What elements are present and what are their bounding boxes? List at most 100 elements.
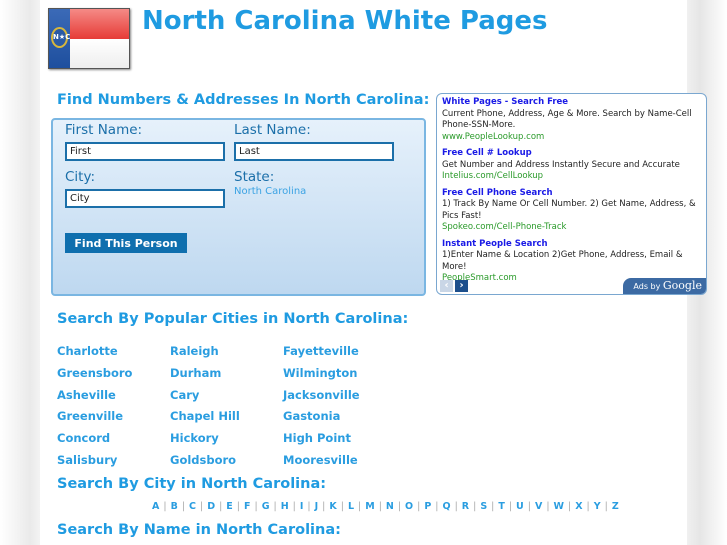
city-link[interactable]: Fayetteville — [283, 344, 359, 358]
search-by-city-heading: Search By City in North Carolina: — [57, 476, 327, 492]
next-ad-icon[interactable]: › — [455, 280, 468, 292]
separator: | — [417, 501, 421, 512]
letter-link[interactable]: B — [171, 501, 178, 512]
north-carolina-flag: N★C — [48, 8, 130, 69]
letter-link[interactable]: P — [424, 501, 431, 512]
ad-url-link[interactable]: www.PeopleLookup.com — [442, 132, 701, 144]
letter-link[interactable]: E — [226, 501, 233, 512]
ad-title-link[interactable]: White Pages - Search Free — [442, 97, 701, 109]
separator: | — [292, 501, 296, 512]
city-link[interactable]: Salisbury — [57, 453, 117, 467]
separator: | — [546, 501, 550, 512]
city-link[interactable]: Charlotte — [57, 344, 118, 358]
letter-link[interactable]: Z — [612, 501, 619, 512]
separator: | — [604, 501, 608, 512]
page-title: North Carolina White Pages — [142, 6, 548, 36]
separator: | — [219, 501, 223, 512]
city-label: City: — [65, 169, 96, 185]
google-ads-panel: White Pages - Search Free Current Phone, … — [436, 93, 707, 295]
letter-link[interactable]: T — [498, 501, 504, 512]
letter-link[interactable]: F — [244, 501, 251, 512]
separator: | — [586, 501, 590, 512]
letter-link[interactable]: K — [329, 501, 336, 512]
first-name-input[interactable] — [65, 142, 225, 161]
last-name-label: Last Name: — [234, 122, 311, 138]
ad-item: White Pages - Search Free Current Phone, … — [442, 97, 701, 143]
ad-url-link[interactable]: Spokeo.com/Cell-Phone-Track — [442, 222, 701, 234]
popular-cities-heading: Search By Popular Cities in North Caroli… — [57, 311, 409, 327]
search-heading: Find Numbers & Addresses In North Caroli… — [57, 92, 430, 108]
letter-link[interactable]: W — [554, 501, 564, 512]
ad-description: Get Number and Address Instantly Secure … — [442, 159, 680, 170]
ad-description: 1) Track By Name Or Cell Number. 2) Get … — [442, 199, 696, 221]
separator: | — [236, 501, 240, 512]
city-link[interactable]: Hickory — [170, 431, 219, 445]
city-link[interactable]: Chapel Hill — [170, 409, 240, 423]
first-name-label: First Name: — [65, 122, 143, 138]
popular-cities-grid: Charlotte Raleigh Fayetteville Greensboro Du… — [57, 344, 396, 475]
letter-link[interactable]: R — [462, 501, 469, 512]
ad-url-link[interactable]: Intelius.com/CellLookup — [442, 171, 701, 183]
separator: | — [527, 501, 531, 512]
letter-link[interactable]: O — [405, 501, 413, 512]
city-link[interactable]: Mooresville — [283, 453, 358, 467]
city-link[interactable]: Wilmington — [283, 366, 358, 380]
city-link[interactable]: Greensboro — [57, 366, 132, 380]
city-link[interactable]: Jacksonville — [283, 388, 360, 402]
letter-link[interactable]: C — [189, 501, 196, 512]
separator: | — [163, 501, 167, 512]
separator: | — [200, 501, 204, 512]
separator: | — [181, 501, 186, 512]
letter-link[interactable]: N — [386, 501, 394, 512]
letter-link[interactable]: M — [365, 501, 374, 512]
ads-by-label: Ads by — [633, 281, 661, 291]
letter-link[interactable]: I — [300, 501, 304, 512]
flag-seal: N★C — [51, 27, 70, 48]
letter-link[interactable]: S — [480, 501, 487, 512]
prev-ad-icon[interactable]: ‹ — [440, 280, 453, 292]
letter-link[interactable]: G — [262, 501, 270, 512]
city-link[interactable]: Goldsboro — [170, 453, 236, 467]
separator: | — [273, 501, 277, 512]
letter-link[interactable]: Y — [594, 501, 601, 512]
last-name-input[interactable] — [234, 142, 394, 161]
city-link[interactable]: Greenville — [57, 409, 123, 423]
ad-item: Free Cell Phone Search 1) Track By Name O… — [442, 188, 701, 234]
find-person-button[interactable]: Find This Person — [65, 233, 187, 253]
letter-link[interactable]: Q — [443, 501, 451, 512]
city-link[interactable]: Durham — [170, 366, 221, 380]
city-link[interactable]: Cary — [170, 388, 199, 402]
letter-link[interactable]: U — [516, 501, 524, 512]
ad-title-link[interactable]: Free Cell # Lookup — [442, 148, 701, 160]
ad-title-link[interactable]: Free Cell Phone Search — [442, 188, 701, 200]
separator: | — [508, 501, 513, 512]
letter-link[interactable]: V — [535, 501, 542, 512]
city-link[interactable]: Asheville — [57, 388, 116, 402]
ad-item: Free Cell # Lookup Get Number and Address… — [442, 148, 701, 183]
separator: | — [307, 501, 311, 512]
city-link[interactable]: Raleigh — [170, 344, 219, 358]
separator: | — [397, 501, 402, 512]
letter-link[interactable]: D — [207, 501, 215, 512]
letter-link[interactable]: X — [575, 501, 582, 512]
separator: | — [473, 501, 477, 512]
letter-link[interactable]: L — [348, 501, 354, 512]
ads-by-google[interactable]: Ads by Google — [623, 277, 706, 294]
separator: | — [358, 501, 362, 512]
city-input[interactable] — [65, 189, 225, 208]
separator: | — [340, 501, 344, 512]
ad-title-link[interactable]: Instant People Search — [442, 239, 701, 251]
separator: | — [568, 501, 572, 512]
separator: | — [254, 501, 258, 512]
city-link[interactable]: Gastonia — [283, 409, 340, 423]
letter-link[interactable]: J — [315, 501, 319, 512]
state-label: State: — [234, 169, 275, 185]
city-link[interactable]: High Point — [283, 431, 351, 445]
search-form: First Name: Last Name: City: State: Nort… — [51, 118, 426, 296]
letter-link[interactable]: A — [152, 501, 159, 512]
separator: | — [378, 501, 382, 512]
city-link[interactable]: Concord — [57, 431, 110, 445]
letter-link[interactable]: H — [281, 501, 289, 512]
separator: | — [322, 501, 326, 512]
separator: | — [491, 501, 495, 512]
